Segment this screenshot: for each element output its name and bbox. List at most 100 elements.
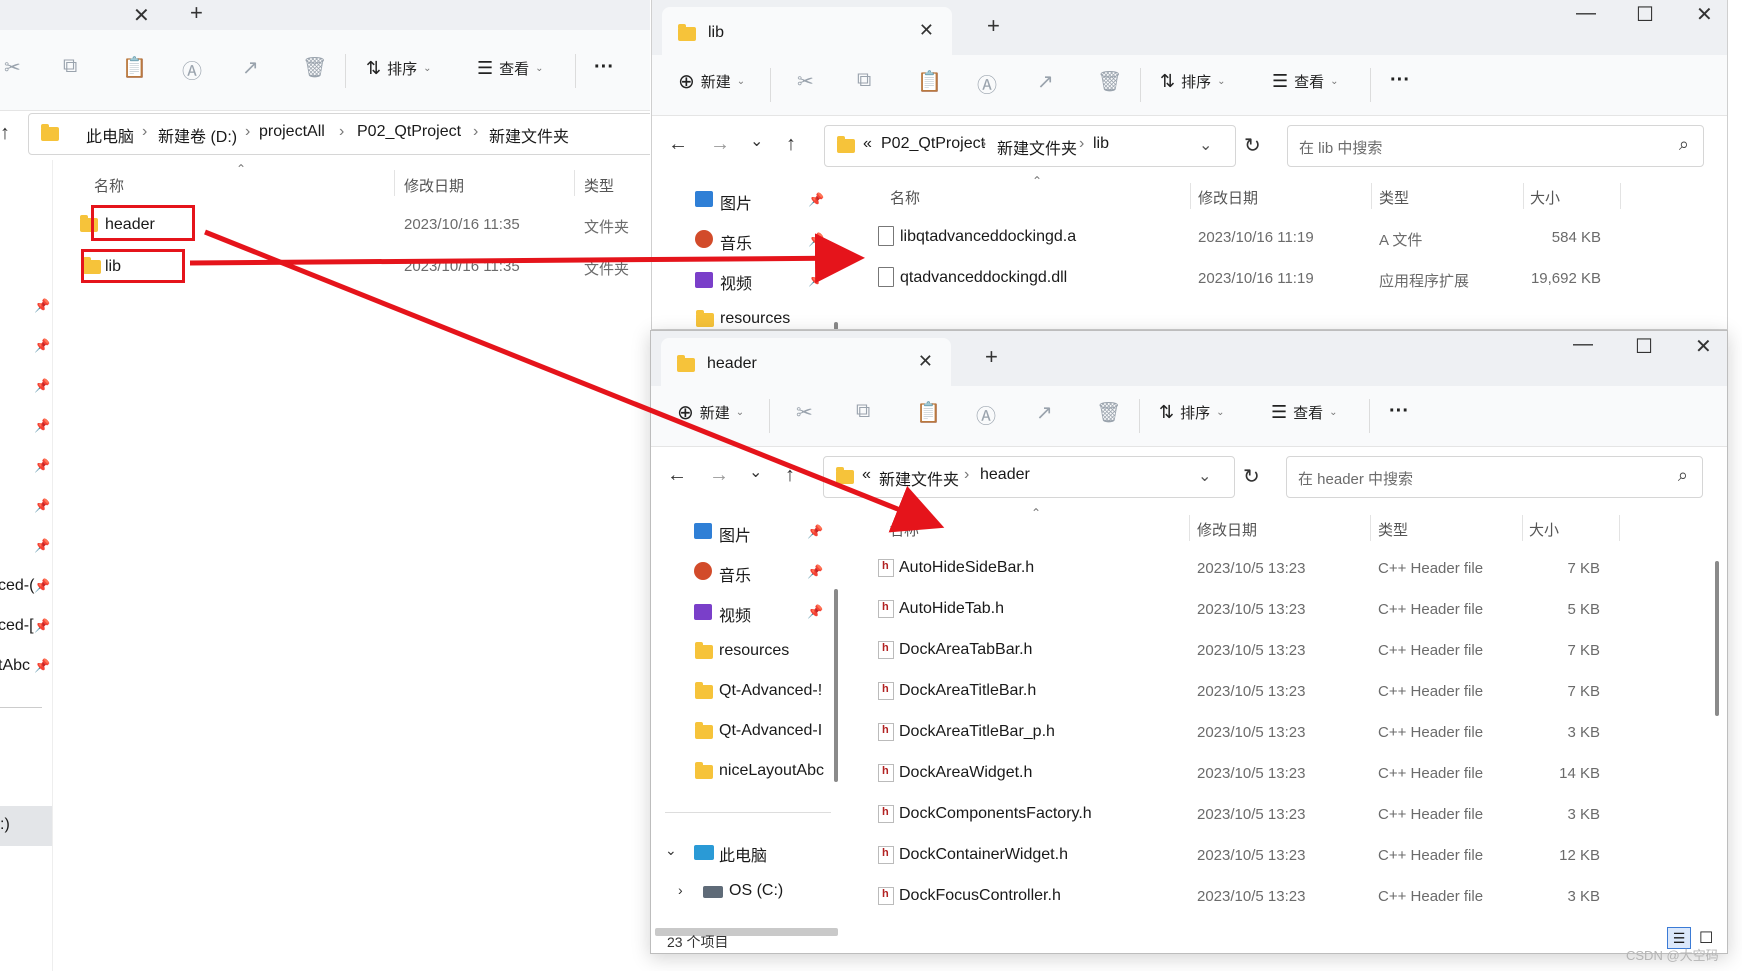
column-header-type[interactable]: 类型 [1378, 519, 1408, 540]
lib-tab[interactable]: lib ✕ [662, 7, 952, 55]
column-header-type[interactable]: 类型 [1379, 187, 1409, 208]
view-button[interactable]: ☰ 查看 ⌄ [1272, 71, 1339, 92]
recent-chevron-icon[interactable]: ⌄ [749, 462, 762, 482]
sidebar-item-nicelayout[interactable]: niceLayoutAbc [719, 762, 831, 780]
sidebar-item-videos[interactable]: 视频 [719, 602, 751, 626]
left-sort-button[interactable]: ⇅ 排序 ⌄ [366, 58, 432, 79]
sidebar-scrollbar[interactable] [834, 589, 838, 782]
view-button[interactable]: ☰ 查看 ⌄ [1271, 402, 1338, 423]
column-separator[interactable] [1619, 515, 1620, 541]
breadcrumb-item[interactable]: 新建文件夹 [489, 123, 569, 147]
rename-icon[interactable]: Ⓐ [182, 55, 202, 84]
delete-icon[interactable]: 🗑 [1097, 69, 1122, 94]
sidebar-item-partial[interactable]: ced-[ [0, 617, 34, 635]
file-row[interactable]: DockAreaTitleBar.h 2023/10/5 13:23 C++ H… [873, 675, 1673, 711]
column-separator[interactable] [1370, 515, 1371, 541]
column-header-size[interactable]: 大小 [1530, 187, 1560, 208]
sidebar-item-partial[interactable]: ced-( [0, 577, 34, 595]
recent-chevron-icon[interactable]: ⌄ [750, 131, 763, 151]
file-row[interactable]: AutoHideSideBar.h 2023/10/5 13:23 C++ He… [873, 552, 1673, 588]
refresh-icon[interactable]: ↻ [1244, 133, 1261, 158]
more-button[interactable]: ··· [1389, 400, 1409, 423]
search-box[interactable]: 在 header 中搜索 ⌕ [1286, 456, 1703, 498]
sidebar-item-os-drive[interactable]: OS (C:) [729, 882, 783, 900]
left-address-bar[interactable]: 此电脑 › 新建卷 (D:) › projectAll › P02_QtProj… [28, 113, 650, 155]
more-button[interactable]: ··· [1390, 69, 1410, 92]
column-separator[interactable] [574, 170, 575, 196]
tab-close-icon[interactable]: ✕ [919, 20, 934, 41]
column-header-type[interactable]: 类型 [584, 175, 614, 196]
column-separator[interactable] [1523, 183, 1524, 209]
address-dropdown-icon[interactable]: ⌄ [1199, 135, 1212, 155]
column-header-name[interactable]: 名称 [94, 175, 124, 196]
maximize-icon[interactable]: ☐ [1636, 2, 1654, 27]
paste-icon[interactable]: 📋 [917, 69, 942, 94]
column-separator[interactable] [1189, 515, 1190, 541]
sidebar-item-music[interactable]: 音乐 [720, 230, 752, 254]
maximize-icon[interactable]: ☐ [1635, 334, 1653, 359]
breadcrumb-item[interactable]: lib [1093, 135, 1109, 153]
up-arrow-icon[interactable]: ↑ [786, 133, 796, 156]
breadcrumb-item[interactable]: 新建文件夹 [879, 466, 959, 490]
column-header-name[interactable]: 名称 [889, 519, 919, 540]
breadcrumb-item[interactable]: projectAll [259, 123, 325, 141]
address-bar[interactable]: « P02_QtProject › 新建文件夹 › lib ⌄ [824, 125, 1236, 167]
cut-icon[interactable]: ✂ [4, 55, 21, 80]
up-arrow-icon[interactable]: ↑ [785, 464, 795, 487]
breadcrumb-item[interactable]: header [980, 466, 1030, 484]
column-separator[interactable] [1371, 183, 1372, 209]
collapse-chevron-icon[interactable]: › [678, 882, 683, 898]
left-view-button[interactable]: ☰ 查看 ⌄ [477, 58, 544, 79]
refresh-icon[interactable]: ↻ [1243, 464, 1260, 489]
sidebar-item-resources[interactable]: resources [720, 310, 790, 328]
column-header-date[interactable]: 修改日期 [404, 175, 464, 196]
share-icon[interactable]: ↗ [242, 55, 259, 80]
sidebar-item-music[interactable]: 音乐 [719, 562, 751, 586]
sidebar-item-resources[interactable]: resources [719, 642, 789, 660]
sort-button[interactable]: ⇅ 排序 ⌄ [1159, 402, 1225, 423]
forward-arrow-icon[interactable]: → [710, 133, 730, 156]
left-tab-close-icon[interactable]: ✕ [133, 3, 150, 28]
up-arrow-icon[interactable]: ↑ [0, 122, 10, 145]
sort-button[interactable]: ⇅ 排序 ⌄ [1160, 71, 1226, 92]
breadcrumb-item[interactable]: 此电脑 [86, 123, 134, 147]
tab-close-icon[interactable]: ✕ [918, 351, 933, 372]
sidebar-scrollbar[interactable] [834, 322, 838, 329]
cut-icon[interactable]: ✂ [796, 400, 813, 425]
breadcrumb-overflow[interactable]: « [863, 135, 872, 153]
breadcrumb-item[interactable]: P02_QtProject [881, 135, 985, 153]
sidebar-item-qt-advanced-1[interactable]: Qt-Advanced-! [719, 682, 831, 700]
new-tab-icon[interactable]: + [985, 344, 998, 370]
minimize-icon[interactable]: — [1573, 333, 1593, 356]
copy-icon[interactable]: ⧉ [857, 69, 871, 92]
new-tab-icon[interactable]: + [987, 13, 1000, 39]
rename-icon[interactable]: Ⓐ [977, 69, 997, 98]
paste-icon[interactable]: 📋 [122, 55, 147, 80]
sidebar-item-qt-advanced-2[interactable]: Qt-Advanced-I [719, 722, 831, 740]
search-box[interactable]: 在 lib 中搜索 ⌕ [1287, 125, 1704, 167]
paste-icon[interactable]: 📋 [916, 400, 941, 425]
column-separator[interactable] [1190, 183, 1191, 209]
minimize-icon[interactable]: — [1576, 2, 1596, 25]
breadcrumb-overflow[interactable]: « [862, 466, 871, 484]
file-row[interactable]: DockAreaTitleBar_p.h 2023/10/5 13:23 C++… [873, 716, 1673, 752]
column-header-date[interactable]: 修改日期 [1198, 187, 1258, 208]
sidebar-item-this-pc[interactable]: 此电脑 [719, 842, 767, 866]
sidebar-item-videos[interactable]: 视频 [720, 270, 752, 294]
sidebar-item-partial[interactable]: tAbc [0, 657, 30, 675]
column-separator[interactable] [394, 170, 395, 196]
breadcrumb-item[interactable]: 新建文件夹 [997, 135, 1077, 159]
file-list-scrollbar[interactable] [1715, 561, 1719, 716]
delete-icon[interactable]: 🗑 [1096, 400, 1121, 425]
address-bar[interactable]: « 新建文件夹 › header ⌄ [823, 456, 1235, 498]
column-header-date[interactable]: 修改日期 [1197, 519, 1257, 540]
column-header-size[interactable]: 大小 [1529, 519, 1559, 540]
sidebar-item-pictures[interactable]: 图片 [720, 190, 752, 214]
share-icon[interactable]: ↗ [1036, 400, 1053, 425]
left-more-button[interactable]: ··· [594, 56, 614, 79]
new-button[interactable]: ⊕ 新建 ⌄ [677, 400, 744, 425]
breadcrumb-item[interactable]: 新建卷 (D:) [158, 123, 237, 147]
expand-chevron-icon[interactable]: ⌄ [665, 842, 677, 859]
file-row[interactable]: DockContainerWidget.h 2023/10/5 13:23 C+… [873, 839, 1673, 875]
column-header-name[interactable]: 名称 [890, 187, 920, 208]
